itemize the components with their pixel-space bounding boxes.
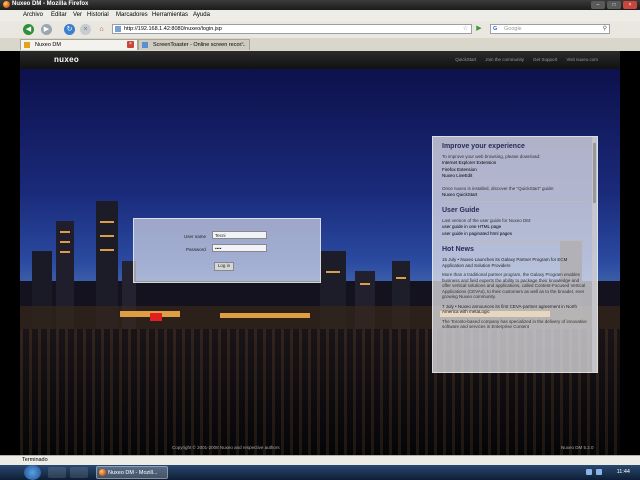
news-item-2-title[interactable]: 7 July • Nuxeo announces its first CEVA-… — [442, 304, 587, 315]
tab-screentoaster[interactable]: ScreenToaster - Online screen recor... × — [138, 39, 250, 50]
info-side-panel: Improve your experience To improve your … — [432, 136, 598, 373]
navigation-toolbar: ◀ ▶ ↻ × ⌂ http://192.168.1.42:8080/nuxeo… — [0, 21, 640, 39]
link-visit-nuxeo[interactable]: Visit nuxeo.com — [566, 57, 598, 62]
nuxeo-header: nuxeo QuickStart Join the community Get … — [20, 51, 620, 69]
link-quickstart[interactable]: QuickStart — [455, 57, 476, 62]
menu-editar[interactable]: Editar — [51, 12, 67, 18]
side-panel-scrollbar[interactable] — [592, 137, 597, 372]
page-favicon-icon — [115, 26, 121, 32]
maximize-button[interactable]: □ — [607, 1, 621, 9]
tab-bar: Nuxeo DM × ScreenToaster - Online screen… — [0, 38, 640, 52]
status-text: Terminado — [22, 457, 48, 463]
search-icon[interactable]: ⚲ — [603, 25, 607, 32]
username-field[interactable]: Tecni — [212, 231, 267, 239]
menu-ayuda[interactable]: Ayuda — [193, 12, 210, 18]
screentoaster-favicon-icon — [142, 42, 148, 48]
tab-nuxeo-dm[interactable]: Nuxeo DM × — [20, 39, 138, 50]
link-join-community[interactable]: Join the community — [485, 57, 524, 62]
firefox-icon — [99, 469, 106, 476]
volume-icon[interactable] — [596, 469, 602, 475]
link-get-support[interactable]: Get Support — [533, 57, 557, 62]
improve-heading: Improve your experience — [442, 143, 525, 150]
back-arrow-icon[interactable]: ◀ — [23, 24, 34, 35]
username-label: User name — [184, 234, 207, 239]
login-panel: User name Tecni Password •••• Log in — [133, 218, 321, 283]
news-item-2-body: The Toronto-based company has specialize… — [442, 318, 587, 330]
forward-arrow-icon[interactable]: ▶ — [41, 24, 52, 35]
task-label: Nuxeo DM - Mozill... — [108, 470, 158, 476]
tab-label: ScreenToaster - Online screen recor... — [153, 42, 246, 48]
quicklaunch-media-icon[interactable] — [70, 467, 88, 478]
network-icon[interactable] — [586, 469, 592, 475]
reload-icon[interactable]: ↻ — [64, 24, 75, 35]
news-item-1-title[interactable]: 15 July • Nuxeo Launches its Galaxy Part… — [442, 257, 587, 268]
close-button[interactable]: × — [623, 1, 637, 9]
close-tab-icon[interactable]: × — [239, 41, 246, 48]
copyright-footer: Copyright © 2001-2008 Nuxeo and respecti… — [172, 445, 280, 450]
window-title: Nuxeo DM - Mozilla Firefox — [12, 1, 89, 7]
menu-marcadores[interactable]: Marcadores — [116, 12, 148, 18]
google-engine-icon[interactable]: G — [493, 26, 497, 32]
nuxeo-logo[interactable]: nuxeo — [54, 55, 79, 64]
page-border-left — [0, 51, 20, 455]
password-field[interactable]: •••• — [212, 244, 267, 252]
news-heading: Hot News — [442, 246, 474, 253]
version-footer: Nuxeo DM 5.2.0 — [561, 445, 594, 450]
stop-icon[interactable]: × — [80, 24, 91, 35]
search-input[interactable]: G Google ⚲ — [490, 24, 610, 34]
login-button[interactable]: Log in — [214, 262, 234, 271]
quicklaunch-explorer-icon[interactable] — [48, 467, 66, 478]
tab-label: Nuxeo DM — [35, 42, 61, 48]
window-titlebar: Nuxeo DM - Mozilla Firefox – □ × — [0, 0, 640, 10]
home-icon[interactable]: ⌂ — [96, 24, 107, 35]
password-label: Password — [186, 247, 206, 252]
windows-taskbar: Nuxeo DM - Mozill... 11:44 — [0, 465, 640, 480]
firefox-icon — [3, 1, 10, 8]
news-item-1-body: More than a traditional partner program,… — [442, 272, 586, 299]
search-placeholder: Google — [504, 26, 522, 32]
address-bar[interactable]: http://192.168.1.42:8080/nuxeo/login.jsp… — [112, 24, 472, 34]
page-content: nuxeo QuickStart Join the community Get … — [20, 51, 620, 455]
address-url: http://192.168.1.42:8080/nuxeo/login.jsp — [124, 26, 222, 32]
menu-ver[interactable]: Ver — [73, 12, 82, 18]
close-tab-icon[interactable]: × — [127, 41, 134, 48]
guide-heading: User Guide — [442, 207, 480, 214]
nuxeo-favicon-icon — [24, 42, 30, 48]
clock[interactable]: 11:44 — [617, 469, 630, 475]
go-arrow-icon[interactable]: ▶ — [475, 25, 483, 33]
taskbar-firefox-task[interactable]: Nuxeo DM - Mozill... — [96, 466, 168, 479]
page-border-right — [620, 51, 640, 455]
start-orb-icon[interactable] — [24, 465, 41, 480]
bookmark-star-icon[interactable]: ☆ — [463, 25, 468, 32]
menu-historial[interactable]: Historial — [87, 12, 109, 18]
menu-archivo[interactable]: Archivo — [23, 12, 43, 18]
link-guide-paginated[interactable]: user guide in paginated html pages — [442, 231, 587, 238]
link-quickstart-guide[interactable]: Nuxeo QuickStart — [442, 192, 587, 199]
minimize-button[interactable]: – — [591, 1, 605, 9]
menu-herramientas[interactable]: Herramientas — [152, 12, 188, 18]
